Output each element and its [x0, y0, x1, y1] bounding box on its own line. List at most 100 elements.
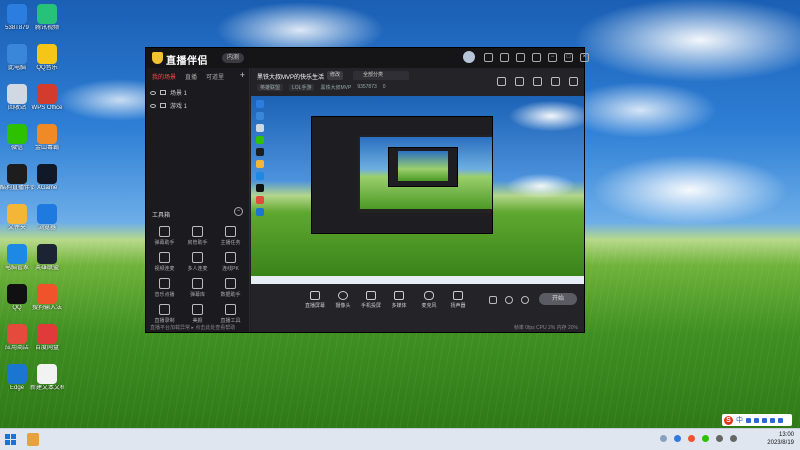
- microphone-button[interactable]: 麦克风: [415, 291, 443, 309]
- taskbar-clock[interactable]: 13:00 2023/8/19: [752, 431, 794, 447]
- settings-icon[interactable]: [484, 53, 493, 62]
- desktop-icon[interactable]: WPS Office: [30, 84, 64, 112]
- desktop-icon[interactable]: QQ: [0, 284, 34, 312]
- skin-icon[interactable]: [516, 53, 525, 62]
- tool-label: 房管助手: [187, 240, 208, 246]
- speaker-button[interactable]: 扬声器: [444, 291, 472, 309]
- ime-punct-icon[interactable]: [746, 417, 751, 423]
- gear-icon[interactable]: [521, 296, 529, 304]
- toolbox-item[interactable]: 房管助手: [181, 226, 214, 246]
- toolbox-item[interactable]: 多人连麦: [181, 252, 214, 272]
- scene-item[interactable]: 场景 1: [150, 86, 187, 99]
- tab-my-scenes[interactable]: 我的场景: [152, 72, 176, 81]
- ime-mode-icon[interactable]: 中: [736, 415, 743, 425]
- game-tag[interactable]: 英雄联盟: [257, 84, 284, 91]
- app-icon: [7, 244, 27, 264]
- desktop-icon[interactable]: 金山毒霸: [30, 124, 64, 152]
- toolbox-item[interactable]: 主播任务: [214, 226, 247, 246]
- live-streaming-app-window[interactable]: 直播伴侣 内测 − □ × 我的场景 直播 可道里 + 场景 1 游戏 1 工具…: [145, 47, 589, 333]
- tray-app-icon[interactable]: [702, 435, 709, 442]
- desktop-icon[interactable]: XGame: [30, 164, 64, 192]
- preview-icon: [256, 172, 264, 180]
- toolbox-item[interactable]: 直播录制: [148, 304, 181, 324]
- desktop-icon[interactable]: 应用商店: [0, 324, 34, 352]
- share-icon[interactable]: [569, 77, 578, 86]
- toolbox-item[interactable]: 直播工具: [214, 304, 247, 324]
- scene-item[interactable]: 游戏 1: [150, 99, 187, 112]
- ime-mic-icon[interactable]: [754, 417, 759, 423]
- gift-icon[interactable]: [497, 77, 506, 86]
- desktop-icon-label: 搜狗输入法: [31, 305, 62, 311]
- toolbox-item[interactable]: 连线PK: [214, 252, 247, 272]
- edit-title-button[interactable]: 修改: [327, 71, 344, 80]
- calendar-icon[interactable]: [533, 77, 542, 86]
- camera-button[interactable]: 摄像头: [329, 291, 357, 309]
- bell-icon[interactable]: [551, 77, 560, 86]
- desktop-icon[interactable]: 回收站: [0, 84, 34, 112]
- phone-cast-button[interactable]: 手机投屏: [357, 291, 385, 309]
- stream-preview[interactable]: [251, 96, 584, 284]
- desktop-icon[interactable]: 搜狗输入法: [30, 284, 64, 312]
- windows-start-icon[interactable]: [5, 434, 16, 445]
- eye-icon[interactable]: [150, 90, 156, 95]
- desktop-icon[interactable]: 浏览器: [30, 204, 64, 232]
- user-avatar[interactable]: [463, 51, 475, 63]
- tray-app-icon[interactable]: [674, 435, 681, 442]
- toolbox-item[interactable]: 美颜: [181, 304, 214, 324]
- app-icon: [7, 284, 27, 304]
- ime-skin-icon[interactable]: [770, 417, 775, 423]
- timer-icon[interactable]: [505, 296, 513, 304]
- game-tag[interactable]: LOL手游: [289, 84, 315, 91]
- maximize-icon[interactable]: □: [564, 53, 573, 62]
- desktop-icon[interactable]: 此电脑: [0, 44, 34, 72]
- toolbox-item[interactable]: 弹幕助手: [148, 226, 181, 246]
- desktop-icon[interactable]: 百度网盘: [30, 324, 64, 352]
- toolbox-item[interactable]: 视频连麦: [148, 252, 181, 272]
- desktop-icon-label: QQ: [12, 305, 22, 311]
- desktop-icon[interactable]: Edge: [0, 364, 34, 392]
- toolbox-collapse-button[interactable]: −: [234, 207, 243, 216]
- mail-icon[interactable]: [515, 77, 524, 86]
- tray-arrow-icon[interactable]: [660, 435, 667, 442]
- record-icon[interactable]: [489, 296, 497, 304]
- volume-icon[interactable]: [730, 435, 737, 442]
- sidebar-notice[interactable]: 直播平台加载异常 ▸ 点击此处查看帮助: [150, 324, 235, 331]
- ime-toolbar[interactable]: S 中: [722, 414, 792, 426]
- camera-icon: [338, 291, 348, 300]
- close-icon[interactable]: ×: [580, 53, 589, 62]
- version-badge[interactable]: 内测: [222, 53, 245, 63]
- desktop-icon[interactable]: 538T879: [0, 4, 34, 32]
- desktop-icon[interactable]: 酷狗直播伴侣: [0, 164, 34, 192]
- sogou-icon[interactable]: S: [724, 415, 733, 425]
- network-icon[interactable]: [716, 435, 723, 442]
- menu-icon[interactable]: [532, 53, 541, 62]
- minimize-icon[interactable]: −: [548, 53, 557, 62]
- toolbox-item[interactable]: 数据助手: [214, 278, 247, 298]
- tool-label: 数据助手: [220, 292, 241, 298]
- tab-other[interactable]: 可道里: [206, 72, 224, 81]
- eye-icon[interactable]: [150, 103, 156, 108]
- media-button[interactable]: 多媒体: [385, 291, 413, 309]
- toolbox-item[interactable]: 音乐点播: [148, 278, 181, 298]
- add-scene-button[interactable]: +: [240, 70, 245, 80]
- screen-capture-button[interactable]: 直播屏幕: [301, 291, 329, 309]
- desktop-icon[interactable]: 腾讯视频: [30, 4, 64, 32]
- category-select[interactable]: 全部分类: [353, 71, 409, 80]
- ime-keyboard-icon[interactable]: [762, 417, 767, 423]
- desktop-icon[interactable]: 微信: [0, 124, 34, 152]
- desktop-icon[interactable]: 新建文本文档: [30, 364, 64, 392]
- desktop-icon[interactable]: 英雄联盟: [30, 244, 64, 272]
- windows-taskbar: 13:00 2023/8/19: [0, 428, 800, 450]
- ime-menu-icon[interactable]: [778, 417, 783, 423]
- go-live-button[interactable]: 开始: [539, 293, 577, 305]
- message-icon[interactable]: [500, 53, 509, 62]
- desktop-icon[interactable]: QQ音乐: [30, 44, 64, 72]
- tray-app-icon[interactable]: [688, 435, 695, 442]
- desktop-icon-label: XGame: [36, 185, 58, 191]
- toolbox-item[interactable]: 弹幕库: [181, 278, 214, 298]
- desktop-icon[interactable]: 文件夹: [0, 204, 34, 232]
- tab-live[interactable]: 直播: [185, 72, 197, 81]
- desktop-icon[interactable]: 电脑管家: [0, 244, 34, 272]
- taskbar-app-icon[interactable]: [27, 433, 39, 446]
- app-titlebar[interactable]: 直播伴侣 内测 − □ ×: [146, 48, 589, 68]
